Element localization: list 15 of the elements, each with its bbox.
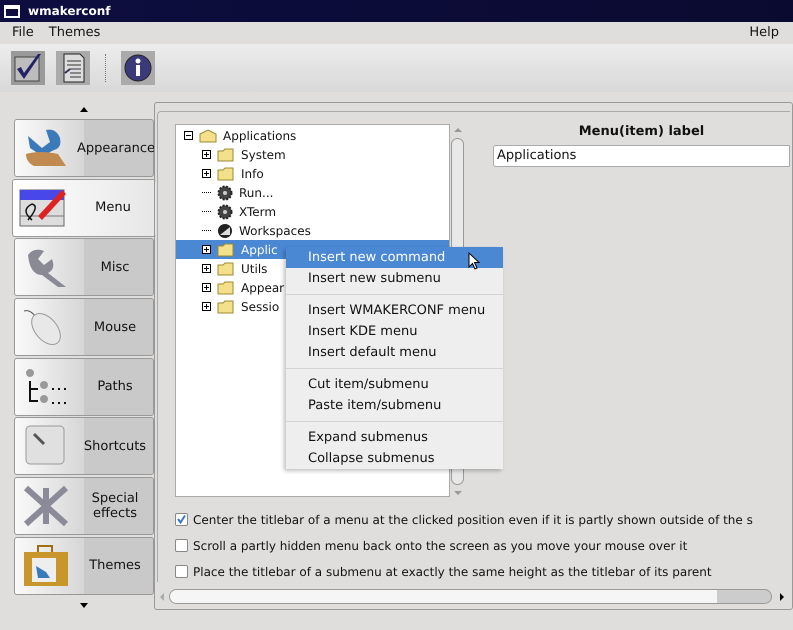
tree-item-label: Applic: [241, 242, 278, 258]
tree-item-label: Run...: [239, 184, 274, 202]
tree-item-label: XTerm: [239, 204, 276, 220]
tree-item-label: Sessio: [241, 298, 280, 316]
tree-item-label: Applications: [223, 128, 296, 144]
field-label: Menu(item) label: [578, 123, 704, 141]
window-title: wmakerconf: [28, 3, 111, 20]
tree-item-label: Workspaces: [239, 222, 311, 240]
tree-item-label: Appear: [241, 280, 284, 296]
tree-item-label: System: [241, 146, 286, 164]
tree-item-label: Utils: [241, 260, 268, 278]
option-label: Place the titlebar of a submenu at exactly the same height as the titlebar of its parent: [193, 564, 712, 580]
option-label: Center the titlebar of a menu at the clicked position even if it is partly shown outside of the s: [193, 512, 753, 528]
tree-item-label: Info: [241, 166, 264, 182]
option-label: Scroll a partly hidden menu back onto the screen as you move your mouse over it: [193, 538, 688, 554]
